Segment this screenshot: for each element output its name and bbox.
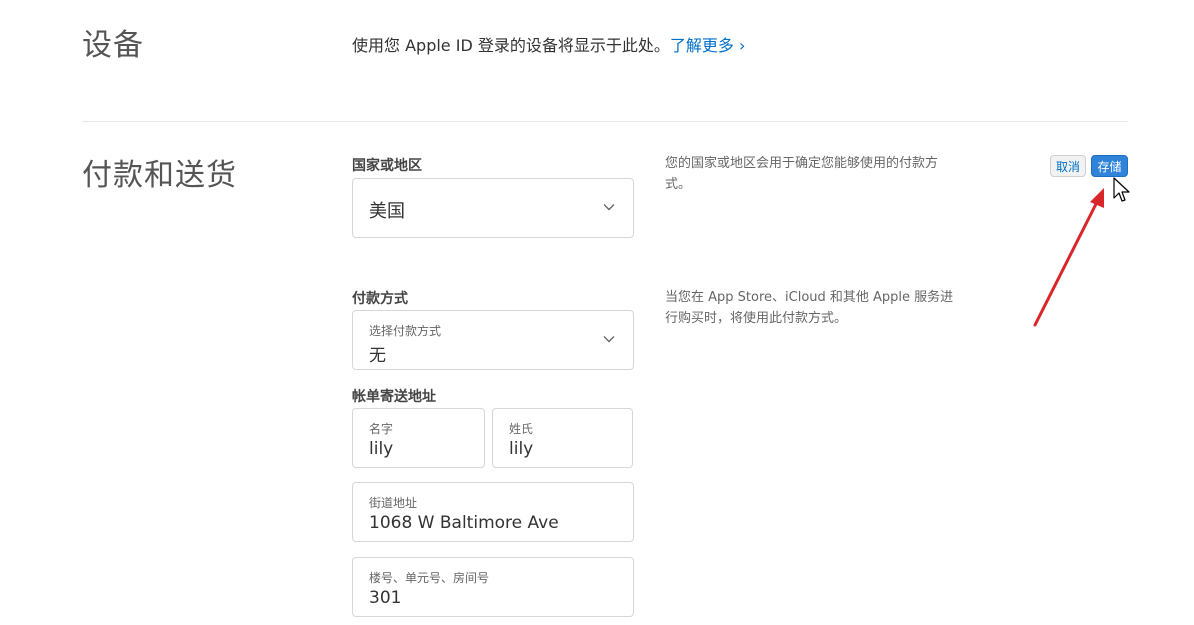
country-value: 美国 bbox=[369, 201, 405, 222]
last-name-label: 姓氏 bbox=[509, 422, 534, 436]
chevron-down-icon bbox=[603, 204, 615, 211]
learn-more-link[interactable]: 了解更多 › bbox=[670, 36, 746, 55]
last-name-field[interactable]: 姓氏 lily bbox=[492, 408, 633, 468]
first-name-value: lily bbox=[369, 439, 394, 459]
payment-method-sublabel: 选择付款方式 bbox=[369, 324, 442, 338]
save-button[interactable]: 存储 bbox=[1091, 155, 1128, 177]
street-address-label: 街道地址 bbox=[369, 496, 418, 510]
section-divider bbox=[82, 121, 1128, 122]
unit-number-label: 楼号、单元号、房间号 bbox=[369, 571, 490, 585]
payment-shipping-section-title: 付款和送货 bbox=[82, 158, 237, 193]
street-address-field[interactable]: 街道地址 1068 W Baltimore Ave bbox=[352, 482, 634, 542]
street-address-value: 1068 W Baltimore Ave bbox=[369, 513, 559, 533]
cancel-button[interactable]: 取消 bbox=[1050, 155, 1086, 177]
country-help-text: 您的国家或地区会用于确定您能够使用的付款方式。 bbox=[665, 156, 939, 192]
red-arrow-annotation bbox=[1033, 188, 1104, 327]
country-select[interactable]: 美国 bbox=[352, 178, 634, 238]
first-name-field[interactable]: 名字 lily bbox=[352, 408, 485, 468]
payment-method-help-text: 当您在 App Store、iCloud 和其他 Apple 服务进行购买时，将… bbox=[665, 290, 954, 326]
payment-method-value: 无 bbox=[369, 346, 386, 366]
country-label: 国家或地区 bbox=[352, 158, 422, 174]
devices-description: 使用您 Apple ID 登录的设备将显示于此处。了解更多 › bbox=[352, 32, 745, 56]
devices-description-text: 使用您 Apple ID 登录的设备将显示于此处。 bbox=[352, 36, 670, 55]
payment-method-select[interactable]: 选择付款方式 无 bbox=[352, 310, 634, 370]
payment-method-label: 付款方式 bbox=[352, 291, 408, 307]
unit-number-field[interactable]: 楼号、单元号、房间号 301 bbox=[352, 557, 634, 617]
last-name-value: lily bbox=[509, 439, 534, 459]
first-name-label: 名字 bbox=[369, 422, 394, 436]
mouse-cursor-icon bbox=[1113, 177, 1130, 202]
billing-address-label: 帐单寄送地址 bbox=[352, 389, 436, 405]
chevron-down-icon bbox=[603, 336, 615, 343]
devices-section-title: 设备 bbox=[82, 28, 144, 63]
unit-number-value: 301 bbox=[369, 588, 402, 608]
